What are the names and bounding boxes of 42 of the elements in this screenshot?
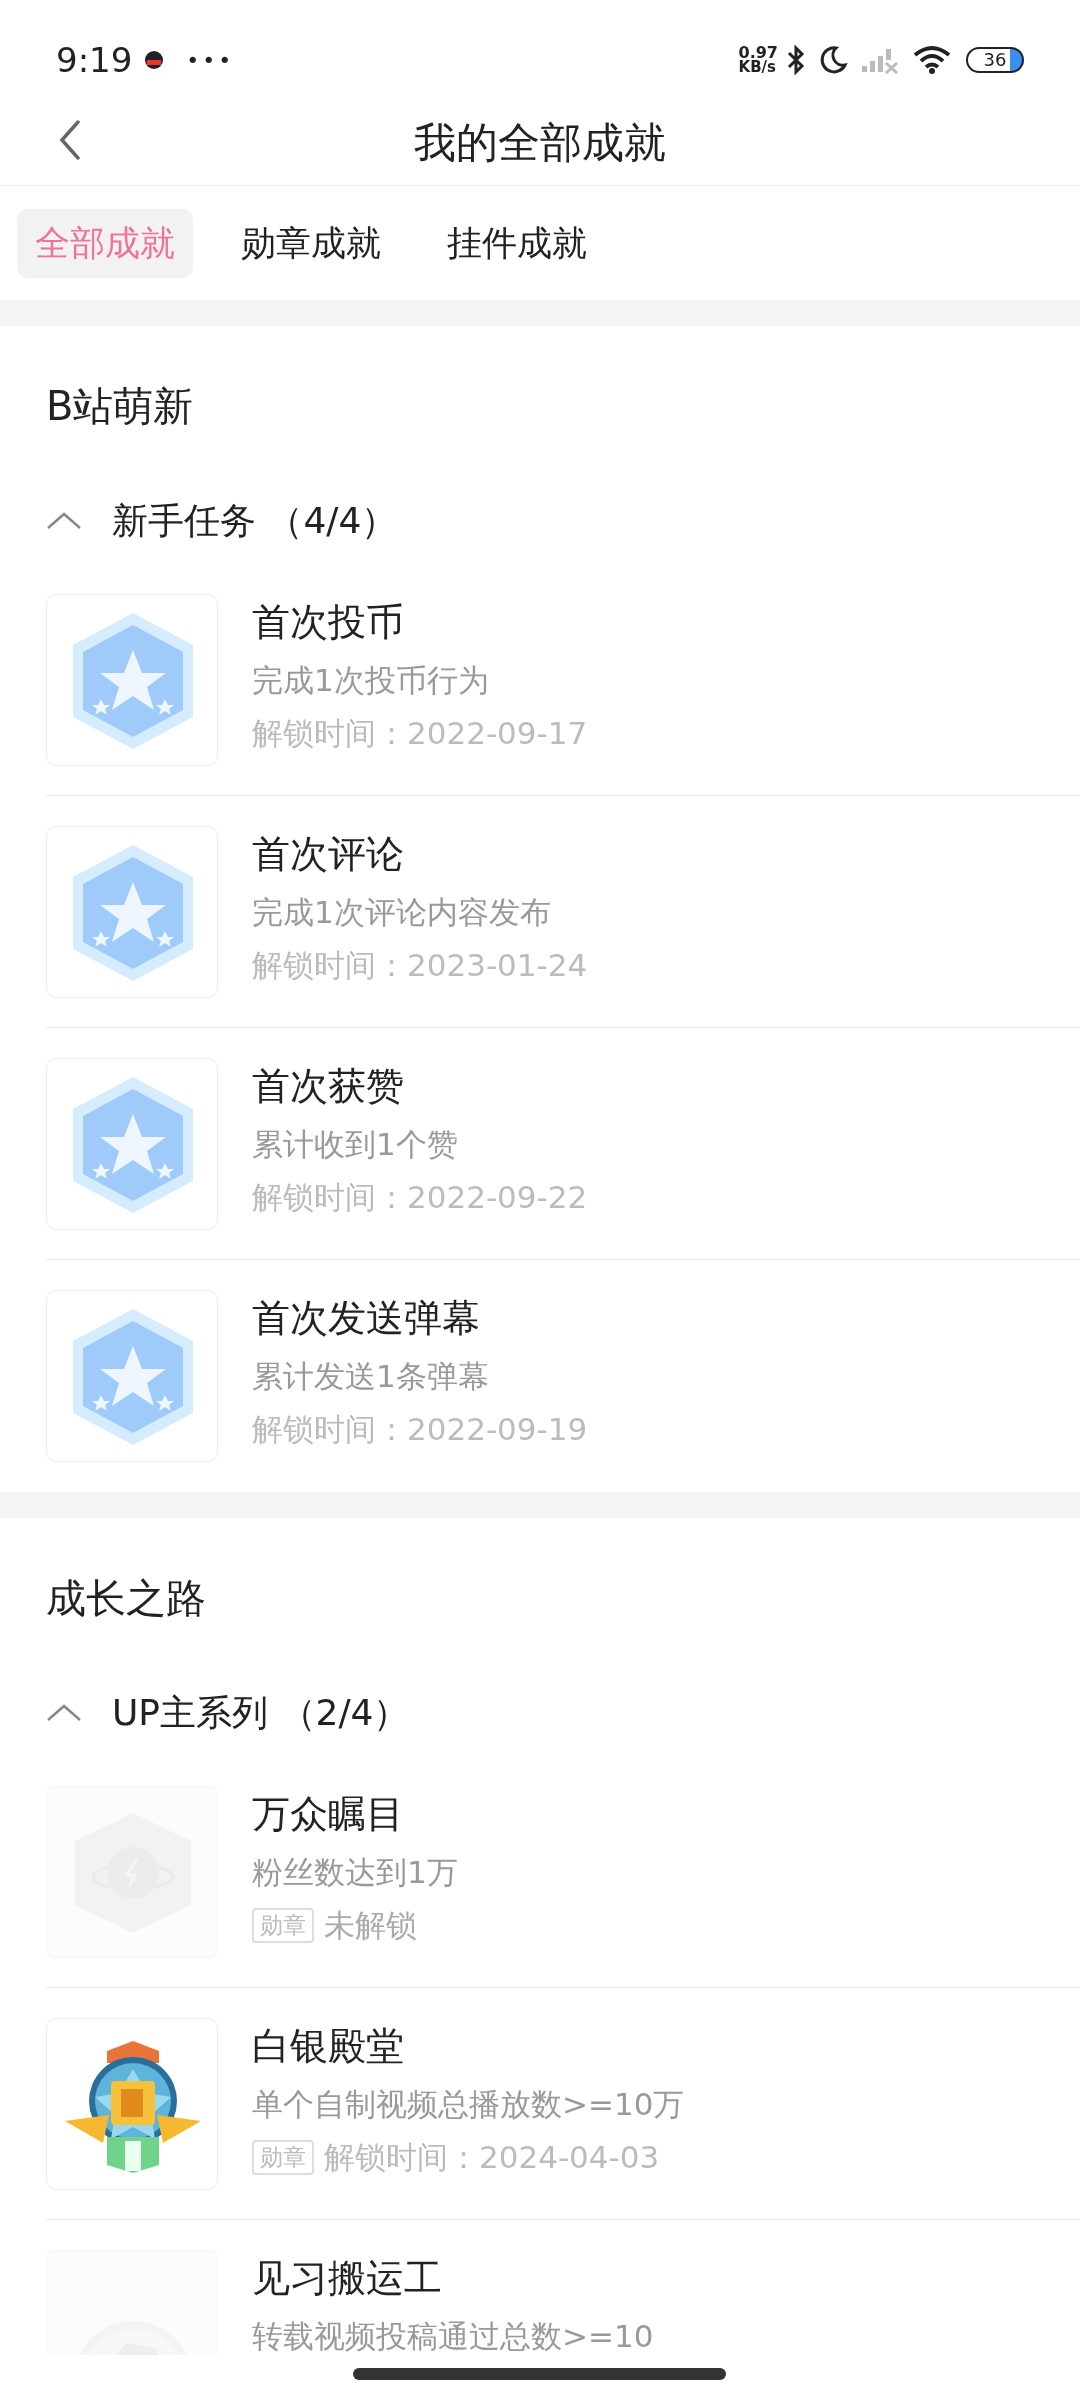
achievement-title: 首次发送弹幕 [252, 1295, 481, 1342]
unlock-status: 解锁时间：2022-09-17 [252, 714, 588, 753]
achievement-description: 粉丝数达到1万 [252, 1853, 458, 1892]
tab[interactable]: 勋章成就 [223, 208, 399, 278]
achievement-description: 累计收到1个赞 [252, 1125, 459, 1164]
status-time: 9:19 [56, 38, 133, 82]
medal-tag: 勋章 [252, 2139, 314, 2175]
achievement-description: 累计发送1条弹幕 [252, 1357, 490, 1396]
unlock-status: 未解锁 [324, 1906, 417, 1945]
app-notification-icon [144, 50, 165, 70]
group-header[interactable]: UP主系列 （2/4） [46, 1670, 410, 1756]
unlock-status: 解锁时间：2024-04-03 [324, 2138, 660, 2177]
group-header[interactable]: 新手任务 （4/4） [46, 478, 398, 564]
chevron-icon [46, 512, 82, 530]
achievement-title: 首次评论 [252, 831, 405, 878]
section-title: 成长之路 [46, 1575, 206, 1621]
achievement-description: 转载视频投稿通过总数>=10 [252, 2317, 654, 2355]
wifi-icon [912, 45, 952, 75]
unlock-status: 解锁时间：2023-01-24 [252, 946, 588, 985]
chevron-icon [46, 1704, 82, 1722]
unlock-status: 解锁时间：2022-09-19 [252, 1410, 588, 1449]
page-title: 我的全部成就 [414, 117, 666, 169]
tab[interactable]: 挂件成就 [429, 208, 605, 278]
achievement-title: 见习搬运工 [252, 2255, 443, 2302]
back-icon[interactable] [59, 120, 81, 160]
network-speed-unit: KB/s [738, 60, 777, 75]
achievement-description: 完成1次投币行为 [252, 661, 490, 700]
battery-indicator: 36 [966, 47, 1024, 73]
achievement-description: 单个自制视频总播放数>=10万 [252, 2085, 685, 2124]
achievement-description: 完成1次评论内容发布 [252, 893, 552, 932]
achievement-title: 首次获赞 [252, 1063, 405, 1110]
section-title: B站萌新 [46, 383, 194, 429]
signal-icon [860, 46, 900, 74]
achievement-title: 万众瞩目 [252, 1791, 405, 1838]
more-notifications: ••• [186, 46, 235, 75]
medal-tag: 勋章 [252, 1907, 314, 1943]
bluetooth-icon [786, 44, 806, 76]
achievement-title: 白银殿堂 [252, 2023, 405, 2070]
moon-icon [818, 45, 848, 75]
unlock-status: 解锁时间：2022-09-22 [252, 1178, 588, 1217]
network-speed: 0.97 [738, 45, 778, 60]
achievement-title: 首次投币 [252, 599, 405, 646]
